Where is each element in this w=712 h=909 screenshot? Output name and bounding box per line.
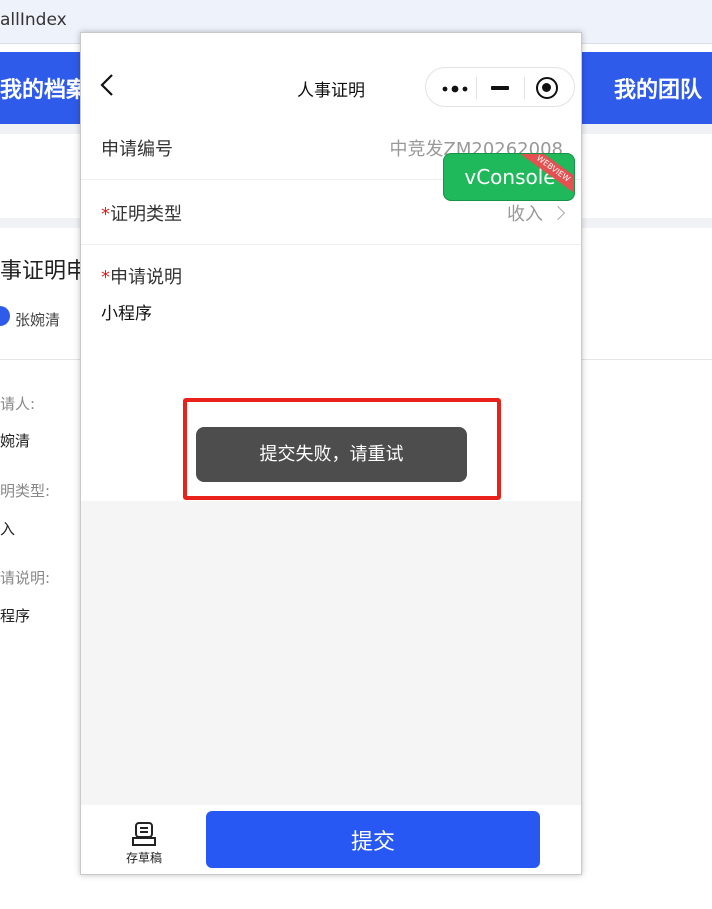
background-user-name: 张婉清	[15, 311, 61, 329]
background-field-label: 请说明:	[0, 569, 51, 587]
avatar	[0, 306, 10, 326]
save-draft-button[interactable]: 存草稿	[119, 821, 169, 867]
target-close-icon[interactable]	[536, 77, 558, 99]
application-number-label: 申请编号	[101, 139, 173, 160]
header-link-my-team[interactable]: 我的团队	[614, 72, 702, 104]
save-draft-label: 存草稿	[125, 851, 162, 865]
capsule-separator	[476, 77, 477, 99]
background-field-value: 程序	[0, 607, 31, 625]
vconsole-button[interactable]: vConsole WEBVIEW	[443, 153, 575, 201]
capsule-menu	[425, 67, 575, 107]
certificate-type-label-text: 证明类型	[110, 204, 182, 225]
certificate-type-value[interactable]: 收入	[507, 200, 566, 226]
capsule-separator	[524, 77, 525, 99]
certificate-type-label: *证明类型	[101, 200, 182, 226]
browser-tab-title[interactable]: allIndex	[0, 10, 67, 30]
required-mark: *	[101, 267, 110, 288]
error-toast: 提交失败，请重试	[196, 427, 467, 482]
background-field-value: 入	[0, 520, 16, 538]
bottom-bar: 存草稿 提交	[81, 805, 581, 874]
description-textarea[interactable]: 小程序	[101, 299, 152, 324]
required-mark: *	[101, 204, 110, 225]
background-field-label: 请人:	[0, 395, 36, 413]
mini-program-window: 人事证明 申请编号 中竞发ZM20262008 *证明类型 收入 *申请说明 小…	[80, 32, 582, 875]
nav-bar: 人事证明	[81, 33, 581, 115]
description-label-text: 申请说明	[110, 267, 182, 288]
background-field-label: 明类型:	[0, 482, 51, 500]
description-label: *申请说明	[101, 263, 182, 289]
certificate-type-selected: 收入	[507, 204, 543, 225]
chevron-right-icon	[550, 205, 566, 221]
more-dots-icon[interactable]	[442, 85, 468, 93]
background-field-value: 婉清	[0, 432, 31, 450]
header-link-my-profile[interactable]: 我的档案	[0, 72, 88, 104]
minimize-icon[interactable]	[491, 86, 509, 90]
background-page-title: 事证明申	[0, 259, 89, 284]
draft-icon	[132, 822, 156, 846]
submit-button[interactable]: 提交	[206, 811, 540, 868]
